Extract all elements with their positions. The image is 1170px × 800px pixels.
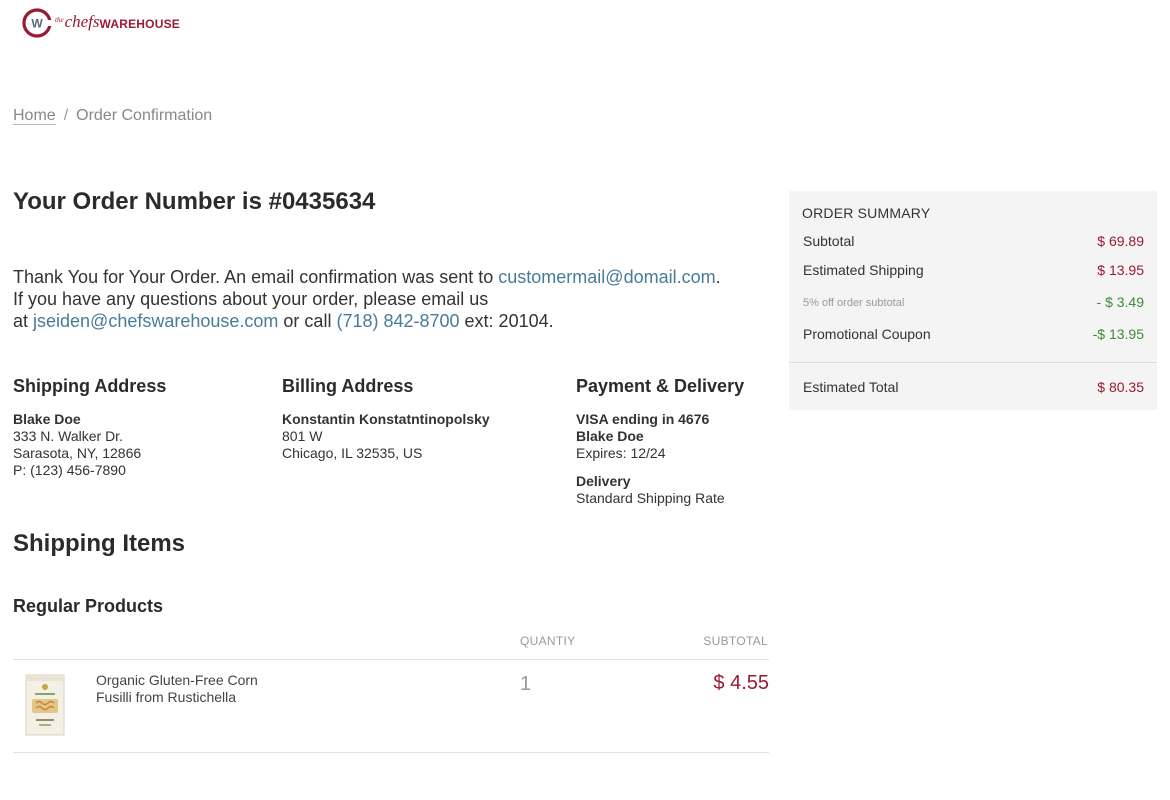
shipping-line1: 333 N. Walker Dr. <box>13 428 123 444</box>
payment-expires: Expires: 12/24 <box>576 445 666 461</box>
order-summary-panel: ORDER SUMMARY Subtotal $ 69.89 Estimated… <box>789 191 1157 410</box>
logo-mark-icon: W <box>22 8 52 38</box>
shipping-items-heading: Shipping Items <box>13 530 186 557</box>
contact-email-link[interactable]: jseiden@chefswarehouse.com <box>33 311 278 331</box>
regular-products-heading: Regular Products <box>13 596 164 616</box>
product-subtotal: $ 4.55 <box>713 672 769 694</box>
order-confirmation-page: W the chefs WAREHOUSE Home / Order Confi… <box>0 0 1170 800</box>
shipping-name: Blake Doe <box>13 411 81 427</box>
logo-wordmark: the chefs WAREHOUSE <box>55 12 180 31</box>
summary-shipping-row: Estimated Shipping $ 13.95 <box>803 262 1144 278</box>
phone-link[interactable]: (718) 842-8700 <box>336 311 459 331</box>
billing-line1: 801 W <box>282 428 323 444</box>
brand-logo[interactable]: W the chefs WAREHOUSE <box>22 7 180 39</box>
summary-subtotal-row: Subtotal $ 69.89 <box>803 233 1144 249</box>
shipping-line2: Sarasota, NY, 12866 <box>13 445 142 461</box>
product-image[interactable] <box>24 673 66 737</box>
shipping-address-heading: Shipping Address <box>13 376 167 396</box>
customer-email-link[interactable]: customermail@domail.com <box>498 267 715 287</box>
thank-you-message: Thank You for Your Order. An email confi… <box>13 267 721 331</box>
billing-line2: Chicago, IL 32535, US <box>282 445 423 461</box>
product-quantity: 1 <box>520 673 532 695</box>
subtotal-column-header: SUBTOTAL <box>703 634 768 648</box>
order-number-title: Your Order Number is #0435634 <box>13 188 376 215</box>
summary-total-row: Estimated Total $ 80.35 <box>803 379 1144 395</box>
breadcrumb: Home / Order Confirmation <box>13 107 212 125</box>
row-divider <box>13 752 769 753</box>
summary-discount-row: 5% off order subtotal - $ 3.49 <box>803 294 1144 310</box>
billing-address-block: Billing Address Konstantin Konstatntinop… <box>282 375 490 462</box>
breadcrumb-home-link[interactable]: Home <box>13 107 56 125</box>
payment-delivery-heading: Payment & Delivery <box>576 376 745 396</box>
delivery-label: Delivery <box>576 473 631 489</box>
summary-divider <box>789 362 1157 363</box>
order-summary-heading: ORDER SUMMARY <box>802 205 931 221</box>
payment-name: Blake Doe <box>576 428 644 444</box>
summary-coupon-row: Promotional Coupon -$ 13.95 <box>803 326 1144 342</box>
billing-address-heading: Billing Address <box>282 376 414 396</box>
payment-card: VISA ending in 4676 <box>576 411 710 427</box>
payment-delivery-block: Payment & Delivery VISA ending in 4676 B… <box>576 375 744 507</box>
shipping-phone: P: (123) 456-7890 <box>13 462 126 478</box>
breadcrumb-separator: / <box>63 107 69 124</box>
product-name[interactable]: Organic Gluten-Free Corn Fusilli from Ru… <box>96 672 296 706</box>
delivery-value: Standard Shipping Rate <box>576 490 725 506</box>
table-divider <box>13 659 769 660</box>
svg-text:W: W <box>31 17 43 31</box>
shipping-address-block: Shipping Address Blake Doe 333 N. Walker… <box>13 375 166 479</box>
breadcrumb-current: Order Confirmation <box>76 107 213 124</box>
billing-name: Konstantin Konstatntinopolsky <box>282 411 490 427</box>
quantity-column-header: QUANTIY <box>520 634 576 648</box>
